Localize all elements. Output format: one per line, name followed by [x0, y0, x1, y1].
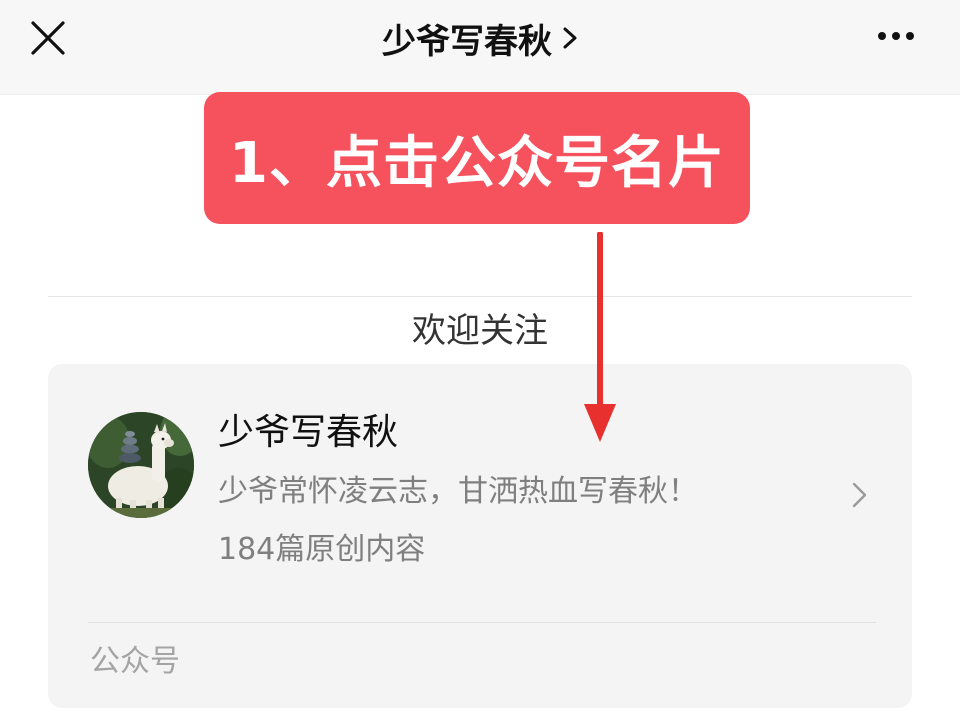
account-card[interactable]: 少爷写春秋 少爷常怀凌云志，甘洒热血写春秋！ 184篇原创内容 公众号 [48, 364, 912, 708]
more-horizontal-icon [878, 32, 886, 40]
original-article-count: 184篇原创内容 [218, 532, 426, 567]
page-title: 少爷写春秋 [382, 21, 552, 62]
more-dot [906, 32, 914, 40]
alpaca-avatar [88, 412, 194, 518]
account-type-label: 公众号 [90, 644, 180, 679]
top-nav-bar: 少爷写春秋 [0, 0, 960, 95]
account-title-link[interactable]: 少爷写春秋 [0, 12, 960, 64]
welcome-text: 欢迎关注 [412, 311, 548, 351]
more-options-button[interactable] [868, 14, 924, 58]
card-divider [88, 622, 876, 623]
chevron-right-icon [850, 480, 870, 514]
annotation-arrow-icon [584, 232, 616, 442]
annotation-text: 1、点击公众号名片 [229, 130, 725, 196]
account-description: 少爷常怀凌云志，甘洒热血写春秋！ [218, 474, 698, 509]
more-dot [892, 32, 900, 40]
section-divider [48, 296, 912, 297]
chevron-right-icon [562, 26, 578, 50]
article-page: 少爷写春秋 1、点击公众号名片 欢迎关注 少爷写春秋 少爷常怀凌云志，甘洒热血写… [0, 0, 960, 720]
account-name: 少爷写春秋 [218, 412, 399, 453]
annotation-callout: 1、点击公众号名片 [204, 92, 750, 224]
